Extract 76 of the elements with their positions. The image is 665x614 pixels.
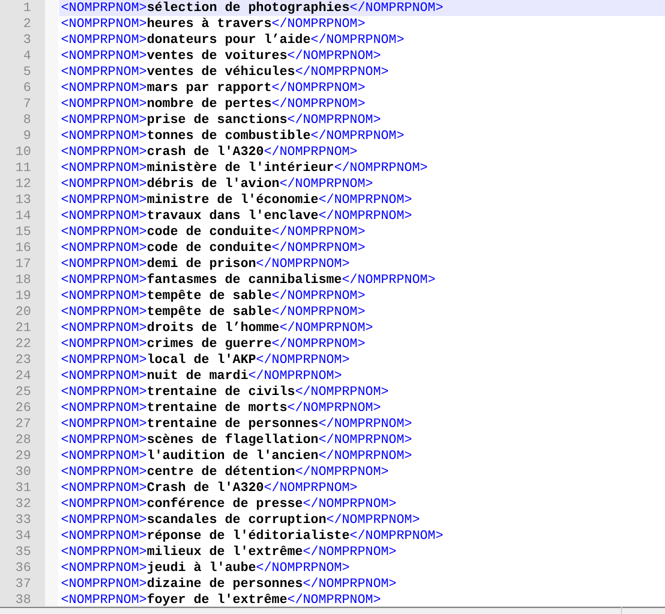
code-line: <NOMPRPNOM>mars par rapport</NOMPRPNOM>	[61, 80, 366, 95]
code-line: <NOMPRPNOM>tempête de sable</NOMPRPNOM>	[61, 304, 366, 319]
line-number: 19	[14, 288, 32, 304]
code-line: <NOMPRPNOM>conférence de presse</NOMPRPNOM>	[61, 496, 396, 511]
code-line: <NOMPRPNOM>ventes de voitures</NOMPRPNOM>	[61, 48, 381, 63]
code-line: <NOMPRPNOM>crimes de guerre</NOMPRPNOM>	[61, 336, 366, 351]
code-line: <NOMPRPNOM>l'audition de l'ancien</NOMPRPNOM>	[61, 448, 412, 463]
line-number: 4	[22, 48, 32, 64]
line-number: 11	[14, 160, 32, 176]
code-line: <NOMPRPNOM>ministre de l'économie</NOMPRPNOM>	[61, 192, 412, 207]
line-number: 13	[14, 192, 32, 208]
line-number: 28	[14, 432, 32, 448]
line-number: 18	[14, 272, 32, 288]
line-number: 21	[14, 320, 32, 336]
line-number: 27	[14, 416, 32, 432]
line-number: 38	[14, 592, 32, 606]
line-number: 14	[14, 208, 32, 224]
code-line: <NOMPRPNOM>local de l'AKP</NOMPRPNOM>	[61, 352, 350, 367]
code-line: <NOMPRPNOM>heures à travers</NOMPRPNOM>	[61, 16, 366, 31]
line-number: 3	[22, 32, 32, 48]
code-line: <NOMPRPNOM>code de conduite</NOMPRPNOM>	[61, 240, 366, 255]
line-number: 12	[14, 176, 32, 192]
line-number: 7	[22, 96, 32, 112]
line-number: 26	[14, 400, 32, 416]
code-line: <NOMPRPNOM>milieux de l'extrême</NOMPRPNOM>	[61, 544, 396, 559]
code-line: <NOMPRPNOM>prise de sanctions</NOMPRPNOM>	[61, 112, 381, 127]
code-line: <NOMPRPNOM>dizaine de personnes</NOMPRPNOM>	[61, 576, 396, 591]
line-number: 2	[22, 16, 32, 32]
code-line: <NOMPRPNOM>Crash de l'A320</NOMPRPNOM>	[61, 480, 358, 495]
line-number: 31	[14, 480, 32, 496]
line-number: 34	[14, 528, 32, 544]
line-number: 10	[14, 144, 32, 160]
line-number: 6	[22, 80, 32, 96]
line-number: 24	[14, 368, 32, 384]
code-line: <NOMPRPNOM>scènes de flagellation</NOMPRPNOM>	[61, 432, 412, 447]
line-number: 9	[22, 128, 32, 144]
code-line: <NOMPRPNOM>fantasmes de cannibalisme</NOMPRPNOM>	[61, 272, 436, 287]
line-number: 22	[14, 336, 32, 352]
line-number: 5	[22, 64, 32, 80]
line-number: 37	[14, 576, 32, 592]
code-line: <NOMPRPNOM>donateurs pour l’aide</NOMPRPNOM>	[61, 32, 404, 47]
line-number: 36	[14, 560, 32, 576]
code-line: <NOMPRPNOM>nuit de mardi</NOMPRPNOM>	[61, 368, 342, 383]
code-line: <NOMPRPNOM>ministère de l'intérieur</NOMPRPNOM>	[61, 160, 428, 175]
line-number: 1	[22, 0, 32, 16]
line-number: 33	[14, 512, 32, 528]
code-line: <NOMPRPNOM>trentaine de personnes</NOMPRPNOM>	[61, 416, 412, 431]
line-number: 16	[14, 240, 32, 256]
code-line: <NOMPRPNOM>réponse de l'éditorialiste</NOMPRPNOM>	[61, 528, 444, 543]
code-line: <NOMPRPNOM>travaux dans l'enclave</NOMPRPNOM>	[61, 208, 412, 223]
code-line: <NOMPRPNOM>trentaine de civils</NOMPRPNOM>	[61, 384, 389, 399]
line-number: 20	[14, 304, 32, 320]
code-line: <NOMPRPNOM>trentaine de morts</NOMPRPNOM>	[61, 400, 381, 415]
code-line: <NOMPRPNOM>tempête de sable</NOMPRPNOM>	[61, 288, 366, 303]
code-line: <NOMPRPNOM>débris de l'avion</NOMPRPNOM>	[61, 176, 374, 191]
code-line: <NOMPRPNOM>centre de détention</NOMPRPNOM>	[61, 464, 389, 479]
line-number: 35	[14, 544, 32, 560]
line-number: 23	[14, 352, 32, 368]
code-line: <NOMPRPNOM>ventes de véhicules</NOMPRPNOM>	[61, 64, 389, 79]
line-number: 15	[14, 224, 32, 240]
code-line: <NOMPRPNOM>code de conduite</NOMPRPNOM>	[61, 224, 366, 239]
code-line: <NOMPRPNOM>foyer de l'extrême</NOMPRPNOM>	[61, 592, 381, 606]
line-number: 29	[14, 448, 32, 464]
line-number: 8	[22, 112, 32, 128]
line-number: 32	[14, 496, 32, 512]
code-line: <NOMPRPNOM>crash de l'A320</NOMPRPNOM>	[61, 144, 358, 159]
code-line: <NOMPRPNOM>jeudi à l'aube</NOMPRPNOM>	[61, 560, 350, 575]
line-number: 30	[14, 464, 32, 480]
code-line: <NOMPRPNOM>demi de prison</NOMPRPNOM>	[61, 256, 350, 271]
line-number: 17	[14, 256, 32, 272]
code-line: <NOMPRPNOM>tonnes de combustible</NOMPRPNOM>	[61, 128, 404, 143]
code-line: <NOMPRPNOM>scandales de corruption</NOMPRPNOM>	[61, 512, 420, 527]
code-line: <NOMPRPNOM>droits de l’homme</NOMPRPNOM>	[61, 320, 374, 335]
code-line: <NOMPRPNOM>nombre de pertes</NOMPRPNOM>	[61, 96, 366, 111]
line-number: 25	[14, 384, 32, 400]
code-line: <NOMPRPNOM>sélection de photographies</NOMPRPNOM>	[61, 0, 444, 15]
